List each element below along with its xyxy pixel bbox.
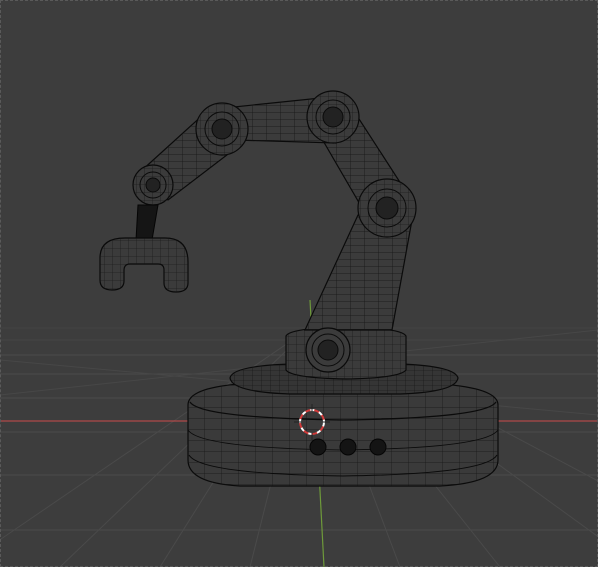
robot-base-joint[interactable] (305, 327, 351, 373)
robot-top-joint[interactable] (306, 90, 360, 144)
base-button-1 (309, 438, 327, 456)
robot-forearm-joint[interactable] (195, 102, 249, 156)
viewport-canvas[interactable] (0, 0, 598, 567)
3d-viewport[interactable] (0, 0, 598, 567)
robot-gripper-stem[interactable] (135, 204, 159, 241)
robot-elbow-joint[interactable] (357, 178, 417, 238)
base-button-3 (369, 438, 387, 456)
robot-gripper-claw[interactable] (99, 237, 189, 293)
robot-wrist-joint[interactable] (132, 164, 174, 206)
base-button-2 (339, 438, 357, 456)
robot-base[interactable] (187, 363, 499, 487)
